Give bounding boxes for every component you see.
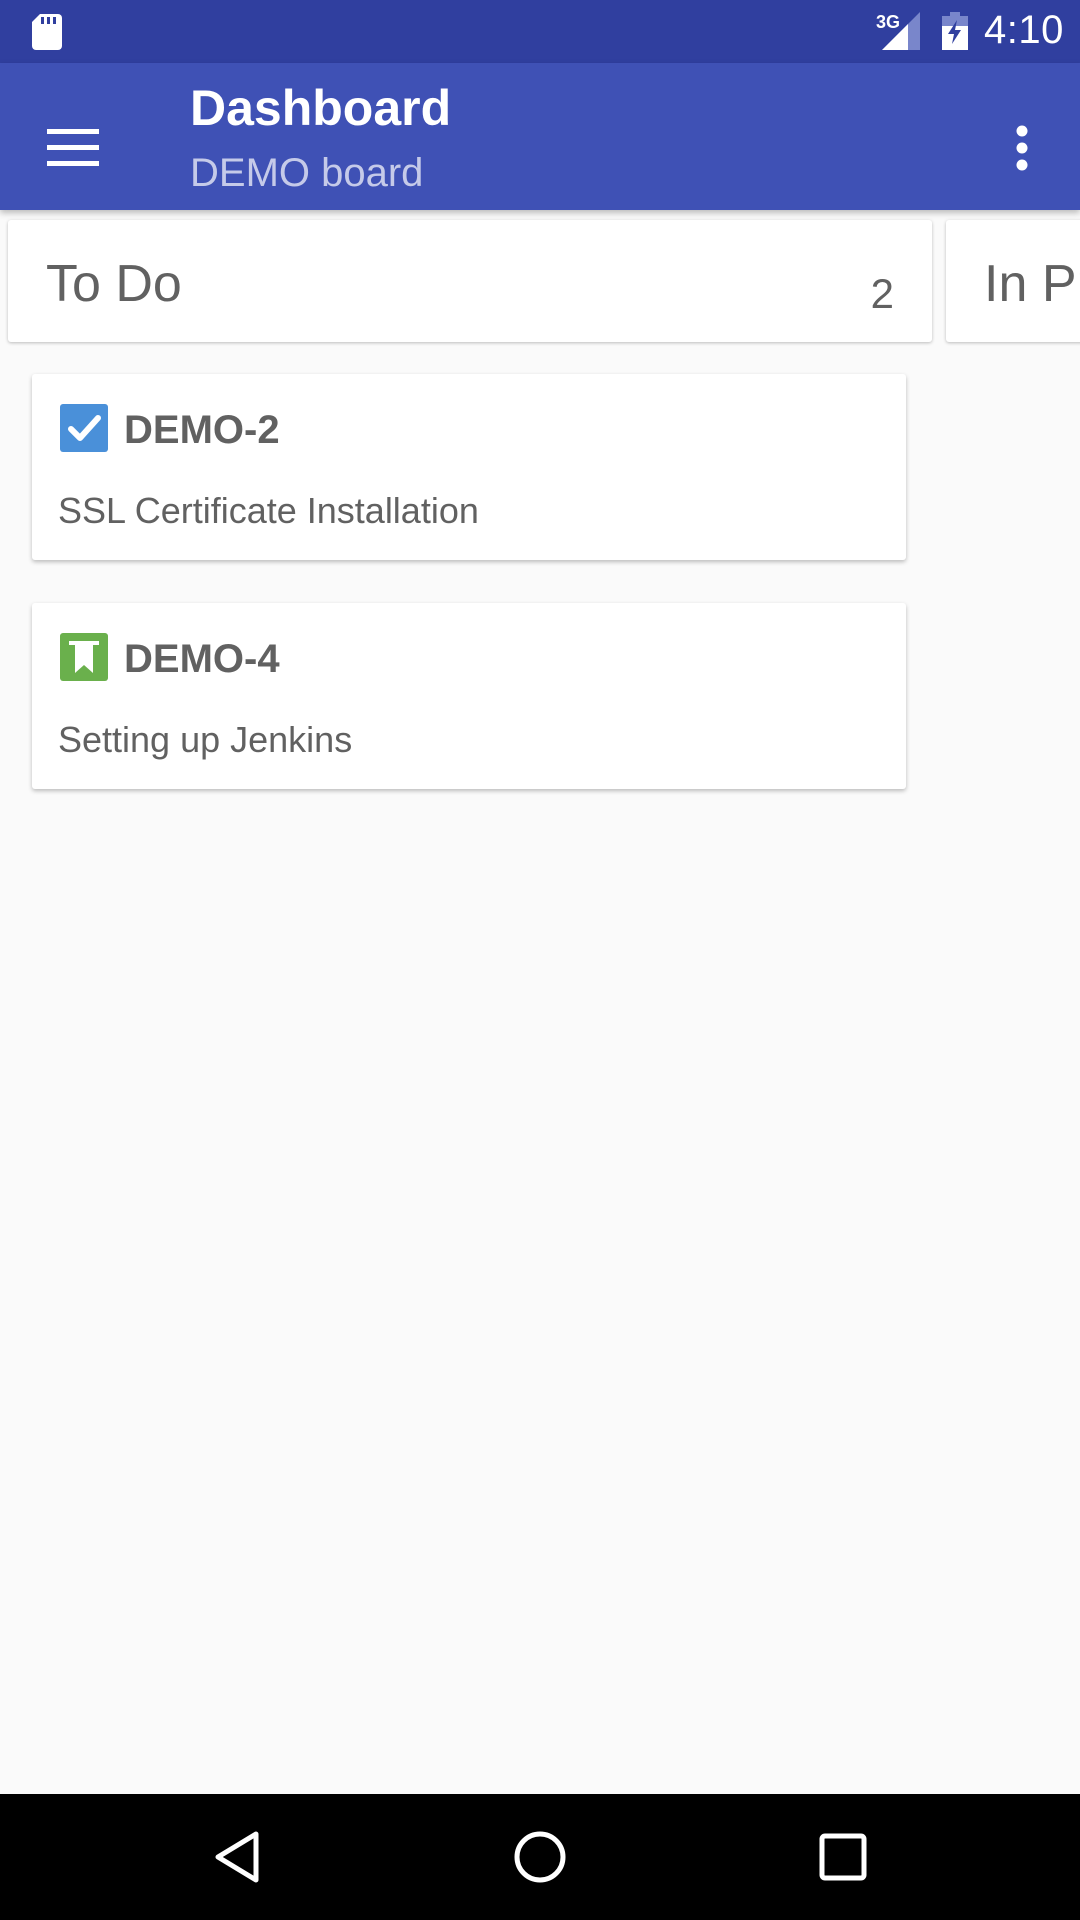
recents-square-icon (819, 1833, 867, 1881)
system-nav-bar (0, 1794, 1080, 1920)
task-checkbox-icon (60, 404, 108, 452)
issue-key: DEMO-2 (124, 408, 280, 452)
toolbar-subtitle: DEMO board (190, 151, 424, 195)
issue-key: DEMO-4 (124, 637, 280, 681)
issue-summary: SSL Certificate Installation (58, 490, 479, 531)
battery-charging-icon (942, 12, 968, 50)
overflow-menu-button[interactable] (1000, 103, 1044, 193)
more-vert-icon (1016, 125, 1028, 171)
nav-drawer-button[interactable] (26, 101, 120, 195)
issue-card-demo-2[interactable]: DEMO-2 SSL Certificate Installation (32, 374, 906, 560)
story-bookmark-icon (60, 633, 108, 681)
status-bar: 3G 4:10 (0, 0, 1080, 63)
recents-button[interactable] (808, 1822, 878, 1892)
column-title: In Pr (984, 255, 1080, 313)
signal-icon (882, 12, 920, 50)
column-header-in-progress[interactable]: In Pr (946, 220, 1080, 342)
status-clock: 4:10 (984, 8, 1064, 52)
board[interactable]: To Do 2 In Pr DEMO-2 SSL Certificate Ins… (0, 210, 1080, 1794)
column-header-todo[interactable]: To Do 2 (8, 220, 932, 342)
issue-card-demo-4[interactable]: DEMO-4 Setting up Jenkins (32, 603, 906, 789)
column-title: To Do (46, 255, 182, 313)
app-bar: Dashboard DEMO board (0, 63, 1080, 210)
screen: 3G 4:10 Dashboard DEMO board To Do 2 In … (0, 0, 1080, 1920)
column-issue-count: 2 (870, 270, 894, 317)
home-circle-icon (514, 1831, 566, 1883)
toolbar-title: Dashboard (190, 80, 452, 136)
issue-summary: Setting up Jenkins (58, 719, 353, 760)
back-button[interactable] (202, 1822, 272, 1892)
sd-card-icon (32, 14, 62, 50)
back-triangle-icon (215, 1831, 259, 1883)
hamburger-menu-icon (47, 129, 99, 166)
home-button[interactable] (505, 1822, 575, 1892)
